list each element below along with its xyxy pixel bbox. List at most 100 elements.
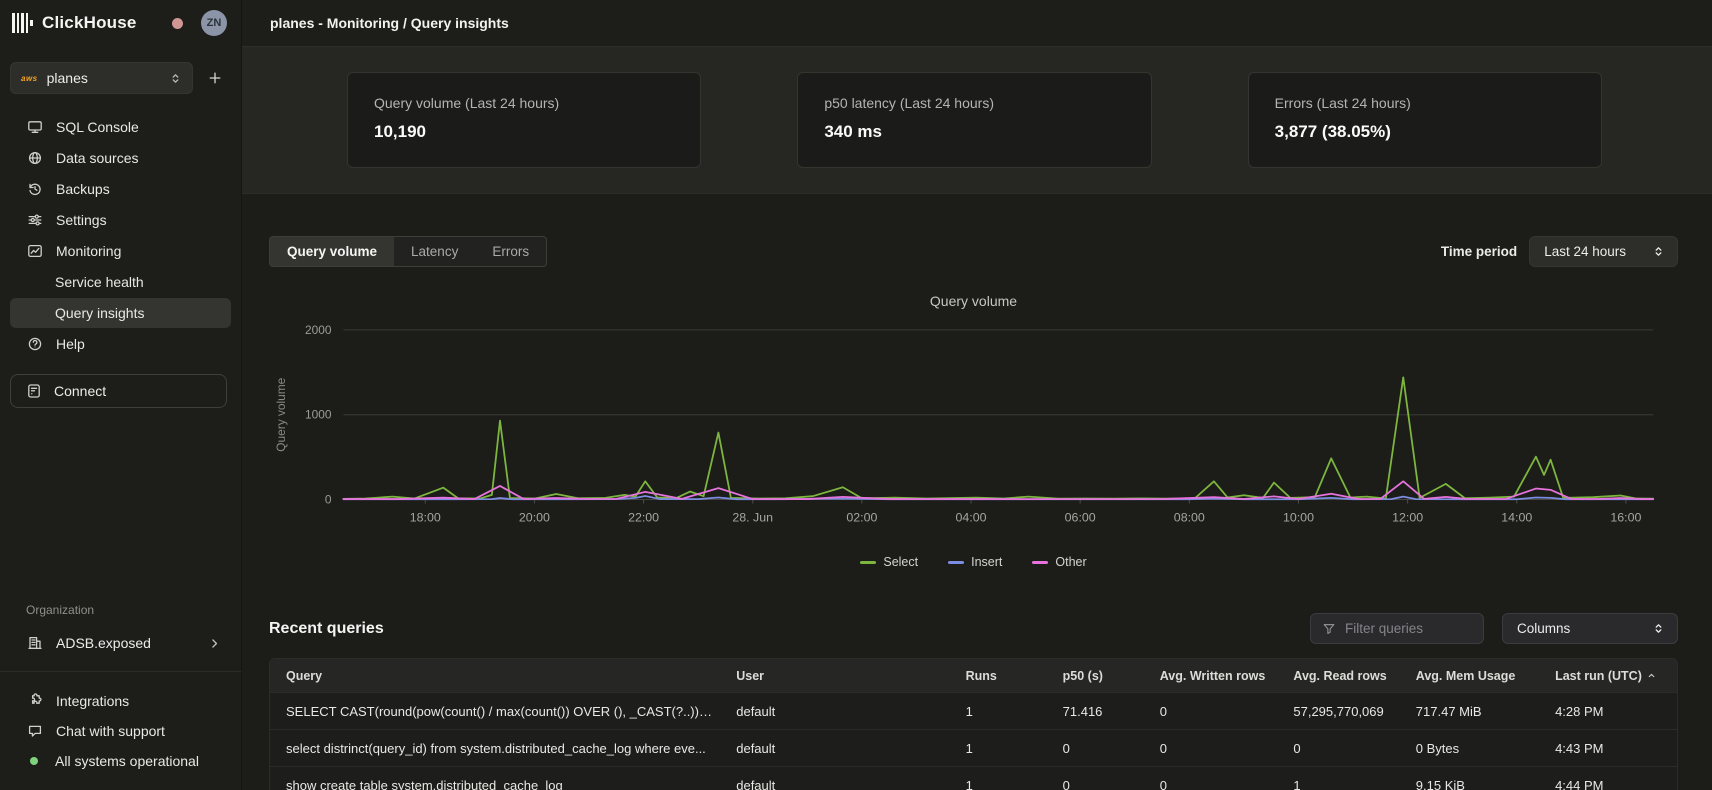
columns-select-label: Columns: [1517, 621, 1570, 636]
sidebar-item-label: Service health: [55, 274, 144, 290]
sidebar-nav: SQL Console Data sources Backups SettingsMo…: [0, 102, 241, 360]
filter-queries-input[interactable]: [1345, 621, 1472, 636]
add-service-button[interactable]: [203, 66, 227, 90]
table-cell: 0 Bytes: [1400, 741, 1539, 756]
stat-card-0: Query volume (Last 24 hours)10,190: [347, 72, 701, 168]
time-period-label: Time period: [1441, 244, 1517, 259]
svg-text:22:00: 22:00: [628, 510, 659, 524]
puzzle-icon: [26, 693, 43, 709]
sidebar-item-settings[interactable]: Settings: [10, 205, 231, 235]
table-cell: 71.416: [1047, 704, 1144, 719]
chat-icon: [26, 723, 43, 739]
svg-text:18:00: 18:00: [410, 510, 441, 524]
time-period-value: Last 24 hours: [1544, 244, 1626, 259]
table-row[interactable]: show create table system.distributed_cac…: [270, 766, 1677, 790]
user-avatar[interactable]: ZN: [201, 10, 227, 36]
table-cell: select distrinct(query_id) from system.d…: [270, 741, 720, 756]
svg-text:08:00: 08:00: [1174, 510, 1205, 524]
column-header-label: Avg. Mem Usage: [1416, 669, 1516, 683]
sidebar: ClickHouse ZN aws planes SQL Console Data…: [0, 0, 242, 790]
stat-card-label: Query volume (Last 24 hours): [374, 95, 674, 111]
column-header-avg-mem-usage[interactable]: Avg. Mem Usage: [1400, 669, 1539, 683]
stat-card-1: p50 latency (Last 24 hours)340 ms: [797, 72, 1151, 168]
svg-text:Query volume: Query volume: [274, 377, 288, 451]
chevron-updown-icon: [1652, 245, 1665, 258]
sidebar-item-integrations[interactable]: Integrations: [10, 686, 231, 716]
table-cell: 0: [1144, 741, 1278, 756]
table-cell: 4:43 PM: [1539, 741, 1661, 756]
stat-card-value: 340 ms: [824, 122, 1124, 142]
table-cell: 0: [1047, 778, 1144, 790]
breadcrumb: planes - Monitoring / Query insights: [270, 15, 509, 31]
svg-text:0: 0: [325, 493, 332, 507]
backups-icon: [26, 181, 43, 197]
chart-title: Query volume: [269, 293, 1678, 309]
brand-name: ClickHouse: [42, 13, 137, 33]
legend-label: Insert: [971, 555, 1002, 569]
footer-item-label: Integrations: [56, 693, 129, 709]
legend-label: Select: [883, 555, 918, 569]
legend-label: Other: [1055, 555, 1086, 569]
clickhouse-logo[interactable]: ClickHouse: [12, 13, 137, 33]
table-cell: default: [720, 741, 949, 756]
table-row[interactable]: select distrinct(query_id) from system.d…: [270, 729, 1677, 766]
sidebar-item-monitoring[interactable]: Monitoring: [10, 236, 231, 266]
sidebar-item-label: Data sources: [56, 150, 138, 166]
stats-section: Query volume (Last 24 hours)10,190 p50 la…: [242, 46, 1712, 194]
service-selector-row: aws planes: [0, 46, 241, 102]
legend-item-other[interactable]: Other: [1032, 555, 1086, 569]
sidebar-item-service-health[interactable]: Service health: [10, 267, 231, 297]
aws-icon: aws: [21, 74, 38, 83]
sidebar-item-status[interactable]: All systems operational: [10, 746, 231, 776]
legend-item-insert[interactable]: Insert: [948, 555, 1002, 569]
sidebar-item-query-insights[interactable]: Query insights: [10, 298, 231, 328]
sidebar-item-backups[interactable]: Backups: [10, 174, 231, 204]
query-volume-chart[interactable]: 01000200018:0020:0022:0028. Jun02:0004:0…: [269, 315, 1678, 551]
sidebar-item-label: Backups: [56, 181, 110, 197]
columns-select[interactable]: Columns: [1502, 613, 1678, 644]
svg-text:28. Jun: 28. Jun: [732, 510, 773, 524]
organization-section-label: Organization: [0, 603, 241, 627]
tab-query-volume[interactable]: Query volume: [270, 237, 394, 266]
svg-text:12:00: 12:00: [1392, 510, 1423, 524]
column-header-label: Last run (UTC): [1555, 669, 1642, 683]
main: planes - Monitoring / Query insights Que…: [242, 0, 1712, 790]
table-cell: 0: [1144, 778, 1278, 790]
service-select[interactable]: aws planes: [10, 62, 193, 94]
column-header-avg-written-rows[interactable]: Avg. Written rows: [1144, 669, 1278, 683]
topbar: planes - Monitoring / Query insights: [242, 0, 1712, 46]
column-header-avg-read-rows[interactable]: Avg. Read rows: [1277, 669, 1399, 683]
help-icon: [26, 336, 43, 352]
sidebar-item-help[interactable]: Help: [10, 329, 231, 359]
sidebar-item-data-sources[interactable]: Data sources: [10, 143, 231, 173]
legend-dash-icon: [860, 561, 876, 564]
table-cell: default: [720, 704, 949, 719]
chevron-updown-icon: [169, 72, 182, 85]
svg-text:06:00: 06:00: [1065, 510, 1096, 524]
legend-item-select[interactable]: Select: [860, 555, 918, 569]
svg-text:2000: 2000: [305, 323, 332, 337]
column-header-user[interactable]: User: [720, 669, 949, 683]
connect-label: Connect: [54, 383, 106, 399]
sidebar-item-organization[interactable]: ADSB.exposed: [10, 627, 231, 659]
tab-errors[interactable]: Errors: [475, 237, 546, 266]
svg-text:20:00: 20:00: [519, 510, 550, 524]
legend-dash-icon: [948, 561, 964, 564]
table-row[interactable]: SELECT CAST(round(pow(count() / max(coun…: [270, 692, 1677, 729]
table-cell: 1: [950, 778, 1047, 790]
svg-text:16:00: 16:00: [1610, 510, 1641, 524]
sidebar-footer: Integrations Chat with supportAll systems…: [0, 686, 241, 776]
table-cell: 57,295,770,069: [1277, 704, 1399, 719]
column-header-p50-s-[interactable]: p50 (s): [1047, 669, 1144, 683]
sidebar-item-chat-with-support[interactable]: Chat with support: [10, 716, 231, 746]
sidebar-item-sql-console[interactable]: SQL Console: [10, 112, 231, 142]
column-header-last-run-utc-[interactable]: Last run (UTC): [1539, 669, 1661, 683]
connect-button[interactable]: Connect: [10, 374, 227, 408]
table-cell: default: [720, 778, 949, 790]
column-header-runs[interactable]: Runs: [950, 669, 1047, 683]
svg-text:04:00: 04:00: [956, 510, 987, 524]
settings-icon: [26, 212, 43, 228]
column-header-query[interactable]: Query: [270, 669, 720, 683]
time-period-select[interactable]: Last 24 hours: [1529, 236, 1678, 267]
tab-latency[interactable]: Latency: [394, 237, 475, 266]
